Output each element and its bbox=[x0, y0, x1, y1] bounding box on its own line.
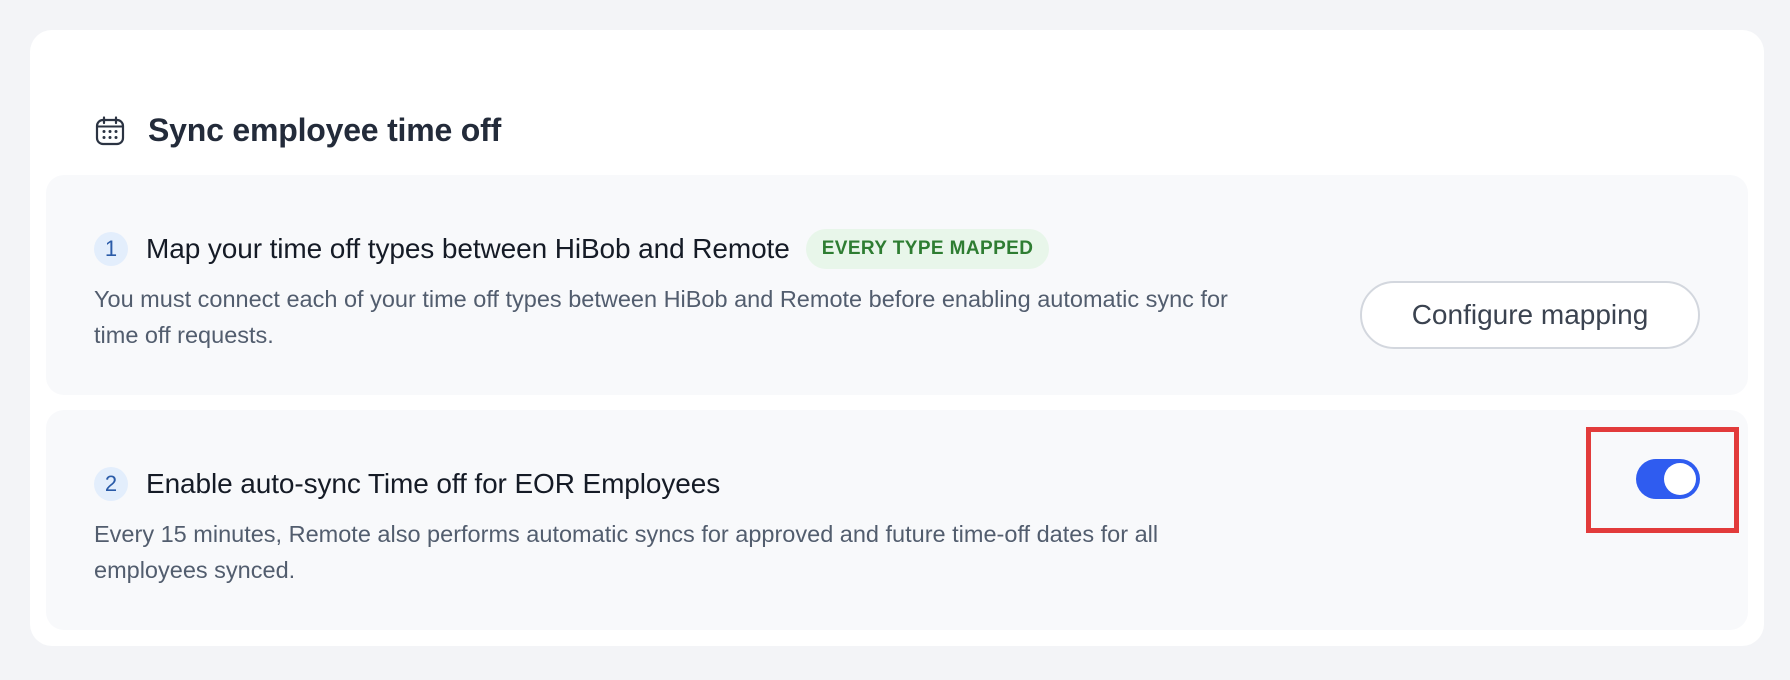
step-title: Map your time off types between HiBob an… bbox=[146, 233, 790, 264]
step-description: Every 15 minutes, Remote also performs a… bbox=[94, 521, 1159, 583]
step-heading: 2 Enable auto-sync Time off for EOR Empl… bbox=[94, 462, 1254, 506]
calendar-icon bbox=[94, 115, 126, 147]
step-heading: 1 Map your time off types between HiBob … bbox=[94, 227, 1254, 271]
step-map-types: 1 Map your time off types between HiBob … bbox=[46, 175, 1748, 395]
step-enable-auto-sync: 2 Enable auto-sync Time off for EOR Empl… bbox=[46, 410, 1748, 630]
step-text: 1 Map your time off types between HiBob … bbox=[94, 227, 1254, 353]
sync-time-off-card: Sync employee time off 1 Map your time o… bbox=[30, 30, 1764, 646]
step-title: Enable auto-sync Time off for EOR Employ… bbox=[146, 468, 721, 499]
step-number: 2 bbox=[94, 467, 128, 501]
step-text: 2 Enable auto-sync Time off for EOR Empl… bbox=[94, 462, 1254, 588]
status-badge: EVERY TYPE MAPPED bbox=[805, 229, 1050, 269]
step-number: 1 bbox=[94, 232, 128, 266]
step-description: You must connect each of your time off t… bbox=[94, 286, 1228, 348]
toggle-knob bbox=[1664, 463, 1696, 495]
configure-mapping-button[interactable]: Configure mapping bbox=[1360, 281, 1700, 349]
card-header: Sync employee time off bbox=[94, 112, 501, 149]
card-title: Sync employee time off bbox=[148, 112, 502, 148]
auto-sync-toggle[interactable] bbox=[1636, 459, 1700, 499]
